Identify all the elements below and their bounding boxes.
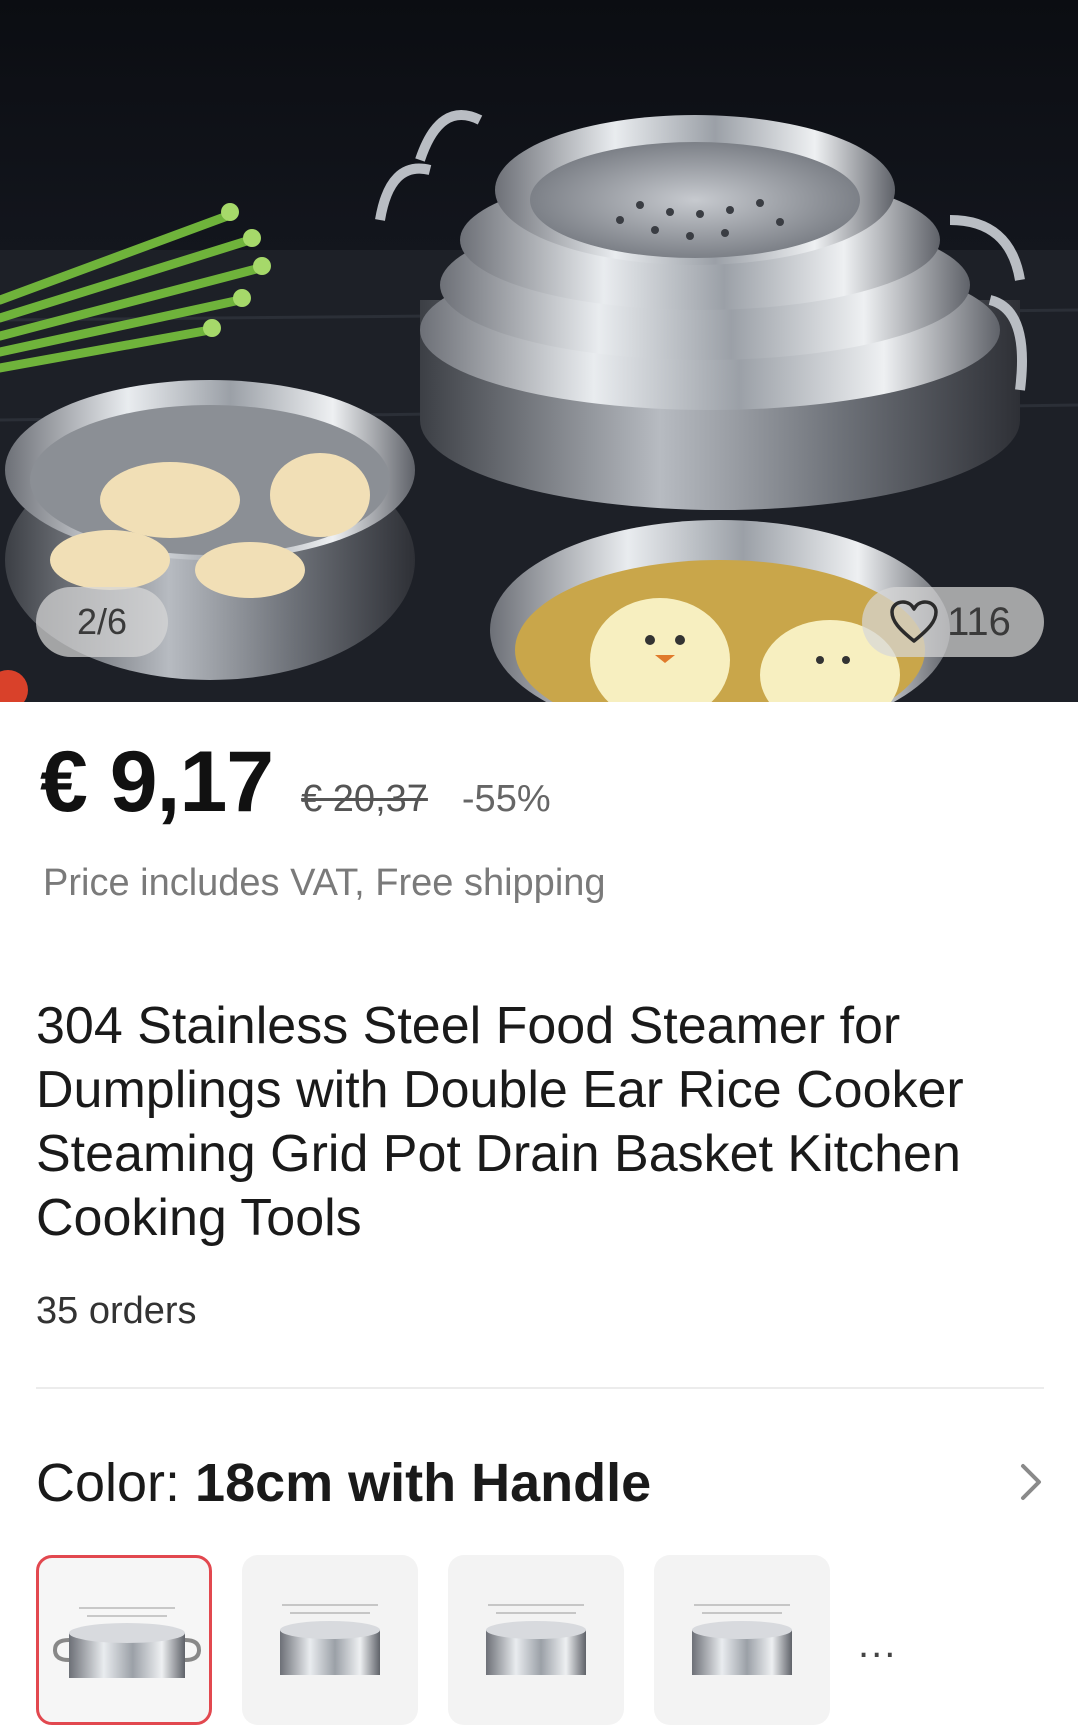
color-swatch-option-4[interactable] (654, 1555, 830, 1725)
steamer-thumbnail (52, 1607, 202, 1678)
original-price: € 20,37 (301, 778, 428, 820)
divider (36, 1387, 1044, 1389)
steamer-thumbnail (486, 1604, 586, 1675)
color-swatch-18cm-handle[interactable] (36, 1555, 212, 1725)
color-swatch-option-2[interactable] (242, 1555, 418, 1725)
price-row: € 9,17 € 20,37 -55% (40, 733, 551, 832)
chevron-right-icon[interactable] (1018, 1462, 1044, 1502)
product-image-gallery[interactable]: 2/6 116 (0, 0, 1078, 702)
color-swatch-option-3[interactable] (448, 1555, 624, 1725)
selected-color-value: 18cm with Handle (195, 1453, 652, 1513)
steamer-thumbnail (692, 1604, 792, 1675)
vat-shipping-note: Price includes VAT, Free shipping (43, 862, 606, 904)
heart-icon (890, 600, 938, 643)
more-colors-indicator[interactable]: ... (858, 1622, 897, 1667)
color-selector[interactable]: Color: 18cm with Handle (36, 1452, 651, 1514)
color-label: Color: (36, 1453, 196, 1513)
color-swatch-list (36, 1555, 830, 1725)
image-counter: 2/6 (36, 587, 168, 657)
order-count: 35 orders (36, 1290, 197, 1332)
wishlist-button[interactable]: 116 (862, 587, 1044, 657)
product-title: 304 Stainless Steel Food Steamer for Dum… (36, 997, 964, 1247)
wishlist-count: 116 (947, 599, 1011, 644)
discount-badge: -55% (461, 778, 551, 820)
image-counter-text: 2/6 (76, 601, 128, 642)
current-price: € 9,17 (40, 734, 274, 830)
steamer-thumbnail (280, 1604, 380, 1675)
